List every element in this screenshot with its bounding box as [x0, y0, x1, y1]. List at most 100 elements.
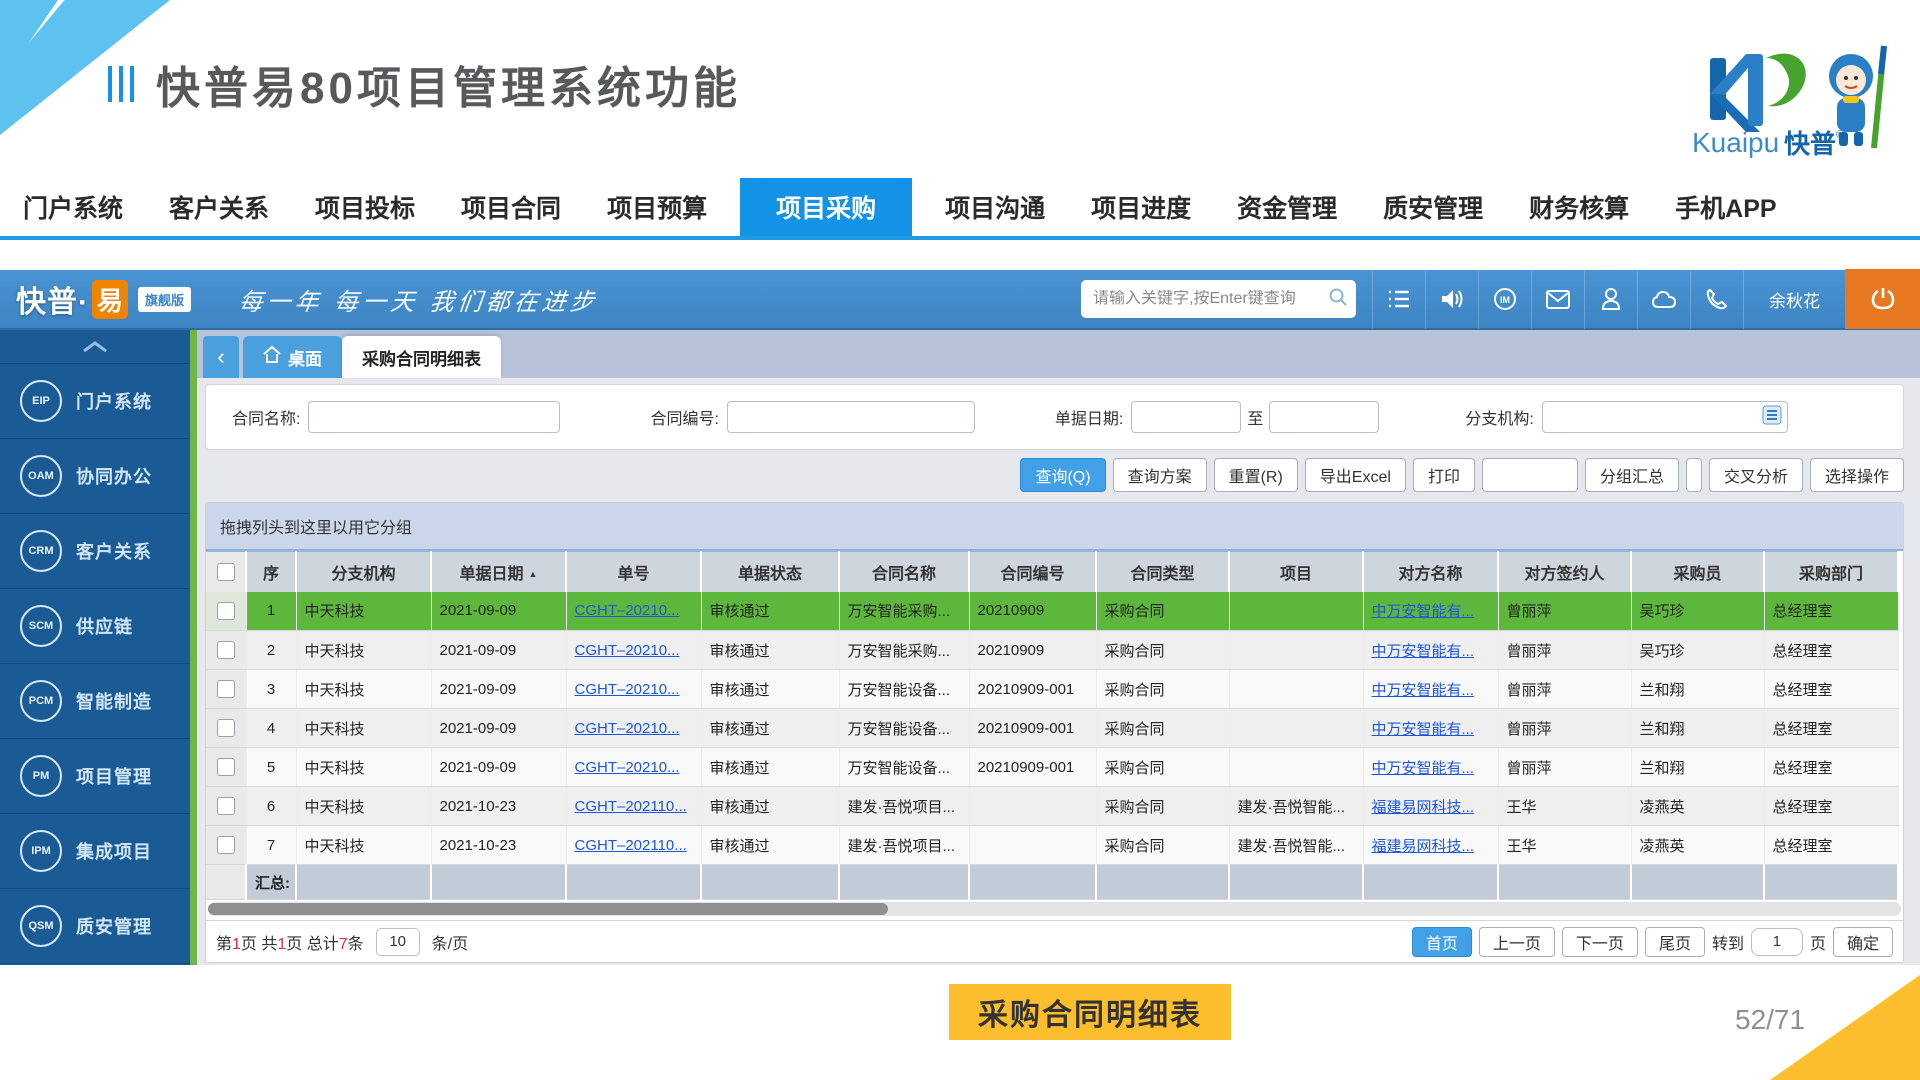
- counterparty-link[interactable]: 福建易网科技...: [1372, 799, 1475, 816]
- nav-tab-5[interactable]: 项目采购: [740, 178, 912, 236]
- row-checkbox[interactable]: [217, 758, 235, 776]
- row-checkbox[interactable]: [217, 680, 235, 698]
- col-header-9[interactable]: 对方名称: [1363, 552, 1498, 592]
- doc-number-link[interactable]: CGHT–20210...: [575, 720, 680, 737]
- nav-tab-4[interactable]: 项目预算: [593, 178, 721, 236]
- select-all-checkbox[interactable]: [217, 563, 235, 581]
- table-row[interactable]: 5中天科技2021-09-09CGHT–20210...审核通过万安智能设备..…: [206, 748, 1898, 787]
- counterparty-link[interactable]: 福建易网科技...: [1372, 838, 1475, 855]
- col-header-0[interactable]: 序: [246, 552, 296, 592]
- col-header-10[interactable]: 对方签约人: [1498, 552, 1631, 592]
- toolbar-button-1[interactable]: 查询方案: [1113, 458, 1207, 492]
- sidebar-item-crm[interactable]: CRM客户关系: [0, 514, 190, 589]
- mail-icon[interactable]: [1531, 269, 1584, 329]
- counterparty-link[interactable]: 中万安智能有...: [1372, 721, 1475, 738]
- counterparty-link[interactable]: 中万安智能有...: [1372, 760, 1475, 777]
- sidebar-item-pm[interactable]: PM项目管理: [0, 739, 190, 814]
- table-row[interactable]: 6中天科技2021-10-23CGHT–202110...审核通过建发·吾悦项目…: [206, 787, 1898, 826]
- contract-no-input[interactable]: [727, 401, 975, 433]
- sidebar-splitter[interactable]: [190, 330, 197, 965]
- doc-number-link[interactable]: CGHT–20210...: [575, 602, 680, 619]
- pager-button-0[interactable]: 首页: [1412, 927, 1472, 957]
- toolbar-button-3[interactable]: 导出Excel: [1305, 458, 1406, 492]
- table-row[interactable]: 7中天科技2021-10-23CGHT–202110...审核通过建发·吾悦项目…: [206, 826, 1898, 865]
- goto-confirm-button[interactable]: 确定: [1833, 927, 1893, 957]
- sidebar-collapse-icon[interactable]: [0, 330, 190, 364]
- nav-tab-8[interactable]: 资金管理: [1223, 178, 1351, 236]
- toolbar-blank-button[interactable]: [1686, 458, 1702, 492]
- toolbar-button-6[interactable]: 分组汇总: [1585, 458, 1679, 492]
- doc-number-link[interactable]: CGHT–202110...: [575, 798, 687, 815]
- current-user[interactable]: 余秋花: [1743, 269, 1845, 329]
- sidebar-item-ipm[interactable]: IPM集成项目: [0, 814, 190, 889]
- nav-tab-9[interactable]: 质安管理: [1369, 178, 1497, 236]
- toolbar-button-9[interactable]: 选择操作: [1810, 458, 1904, 492]
- cloud-icon[interactable]: [1637, 269, 1690, 329]
- doc-number-link[interactable]: CGHT–202110...: [575, 837, 687, 854]
- table-row[interactable]: 1中天科技2021-09-09CGHT–20210...审核通过万安智能采购..…: [206, 592, 1898, 631]
- im-icon[interactable]: IM: [1478, 269, 1531, 329]
- nav-tab-0[interactable]: 门户系统: [9, 178, 137, 236]
- col-header-5[interactable]: 合同名称: [839, 552, 969, 592]
- date-from-input[interactable]: [1131, 401, 1241, 433]
- speaker-icon[interactable]: [1425, 269, 1478, 329]
- tab-purchase-contract-detail[interactable]: 采购合同明细表: [342, 336, 501, 378]
- nav-tab-10[interactable]: 财务核算: [1515, 178, 1643, 236]
- sidebar-item-scm[interactable]: SCM供应链: [0, 589, 190, 664]
- toolbar-button-0[interactable]: 查询(Q): [1020, 458, 1105, 492]
- toolbar-button-4[interactable]: 打印: [1413, 458, 1475, 492]
- row-checkbox[interactable]: [217, 797, 235, 815]
- sidebar-item-qsm[interactable]: QSM质安管理: [0, 889, 190, 964]
- page-size-input[interactable]: [376, 928, 420, 956]
- search-input[interactable]: [1093, 290, 1328, 308]
- col-header-7[interactable]: 合同类型: [1096, 552, 1229, 592]
- doc-number-link[interactable]: CGHT–20210...: [575, 759, 680, 776]
- toolbar-blank-button[interactable]: [1482, 458, 1578, 492]
- nav-tab-2[interactable]: 项目投标: [301, 178, 429, 236]
- doc-number-link[interactable]: CGHT–20210...: [575, 642, 680, 659]
- nav-tab-6[interactable]: 项目沟通: [931, 178, 1059, 236]
- pager-button-3[interactable]: 尾页: [1645, 927, 1705, 957]
- list-icon[interactable]: [1372, 269, 1425, 329]
- row-checkbox[interactable]: [217, 836, 235, 854]
- col-header-3[interactable]: 单号: [566, 552, 701, 592]
- table-row[interactable]: 4中天科技2021-09-09CGHT–20210...审核通过万安智能设备..…: [206, 709, 1898, 748]
- counterparty-link[interactable]: 中万安智能有...: [1372, 682, 1475, 699]
- nav-tab-7[interactable]: 项目进度: [1077, 178, 1205, 236]
- contract-name-input[interactable]: [308, 401, 560, 433]
- nav-tab-1[interactable]: 客户关系: [155, 178, 283, 236]
- phone-icon[interactable]: [1690, 269, 1743, 329]
- group-by-bar[interactable]: 拖拽列头到这里以用它分组: [206, 503, 1903, 551]
- scrollbar-thumb[interactable]: [208, 903, 888, 915]
- pager-button-1[interactable]: 上一页: [1479, 927, 1555, 957]
- table-row[interactable]: 2中天科技2021-09-09CGHT–20210...审核通过万安智能采购..…: [206, 631, 1898, 670]
- sidebar-item-eip[interactable]: EIP门户系统: [0, 364, 190, 439]
- toolbar-button-2[interactable]: 重置(R): [1214, 458, 1298, 492]
- toolbar-button-8[interactable]: 交叉分析: [1709, 458, 1803, 492]
- row-checkbox[interactable]: [217, 641, 235, 659]
- counterparty-link[interactable]: 中万安智能有...: [1372, 603, 1475, 620]
- branch-lookup-icon[interactable]: [1762, 405, 1782, 430]
- doc-number-link[interactable]: CGHT–20210...: [575, 681, 680, 698]
- tab-desktop[interactable]: 桌面: [243, 336, 342, 378]
- table-row[interactable]: 3中天科技2021-09-09CGHT–20210...审核通过万安智能设备..…: [206, 670, 1898, 709]
- col-header-2[interactable]: 单据日期▲: [431, 552, 566, 592]
- row-checkbox[interactable]: [217, 719, 235, 737]
- col-header-1[interactable]: 分支机构: [296, 552, 431, 592]
- branch-input[interactable]: [1542, 401, 1788, 433]
- power-icon[interactable]: [1845, 269, 1920, 329]
- back-button[interactable]: ‹: [203, 336, 239, 378]
- sidebar-item-oam[interactable]: OAM协同办公: [0, 439, 190, 514]
- row-checkbox[interactable]: [217, 602, 235, 620]
- col-header-11[interactable]: 采购员: [1631, 552, 1764, 592]
- nav-tab-11[interactable]: 手机APP: [1661, 178, 1790, 236]
- pager-button-2[interactable]: 下一页: [1562, 927, 1638, 957]
- col-header-6[interactable]: 合同编号: [969, 552, 1096, 592]
- goto-page-input[interactable]: [1751, 928, 1803, 956]
- sidebar-item-pcm[interactable]: PCM智能制造: [0, 664, 190, 739]
- person-icon[interactable]: [1584, 269, 1637, 329]
- col-header-8[interactable]: 项目: [1229, 552, 1363, 592]
- counterparty-link[interactable]: 中万安智能有...: [1372, 643, 1475, 660]
- search-icon[interactable]: [1328, 287, 1348, 312]
- col-header-4[interactable]: 单据状态: [701, 552, 839, 592]
